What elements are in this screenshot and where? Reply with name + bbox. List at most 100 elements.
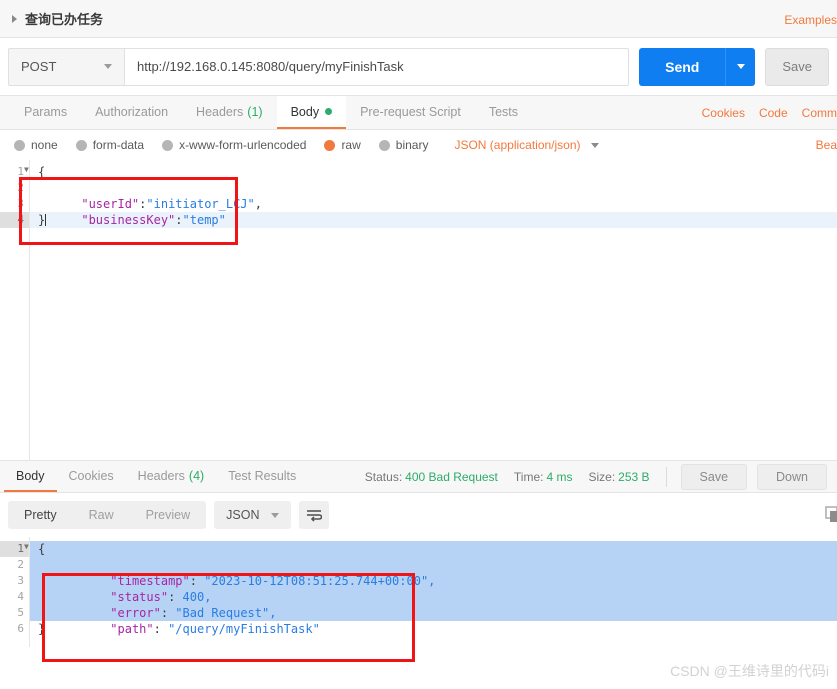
code-line: "userId":"initiator_LCJ", [30,180,837,196]
response-format-select[interactable]: JSON [214,501,291,529]
tab-label: Body [16,469,45,483]
json-key: "timestamp" [110,574,189,588]
status-badge: Status:400 Bad Request [365,470,498,484]
json-key: "businessKey" [81,213,175,227]
send-button-group: Send [639,48,755,86]
tab-label: Tests [489,105,518,119]
view-mode-raw[interactable]: Raw [73,501,130,529]
tab-label: Authorization [95,105,168,119]
page-title: 查询已办任务 [25,9,103,28]
status-label: Status: [365,470,402,484]
line-number: 3 [0,573,29,589]
radio-icon [379,140,390,151]
url-bar: POST Send Save [0,38,837,96]
tab-label: Headers [196,105,243,119]
json-value: 400, [175,590,211,604]
json-punct: } [38,213,45,227]
code-line: "timestamp": "2023-10-12T08:51:25.744+00… [30,557,837,573]
response-tab-body[interactable]: Body [4,461,57,492]
line-number: 6 [0,621,29,637]
body-type-raw[interactable]: raw [324,138,360,152]
request-body-editor[interactable]: 1 2 3 4 ▼ { "userId":"initiator_LCJ", "b… [0,160,837,460]
request-editor-code[interactable]: ▼ { "userId":"initiator_LCJ", "businessK… [30,160,837,460]
radio-icon [76,140,87,151]
send-options-button[interactable] [725,48,755,86]
line-number: 5 [0,605,29,621]
time-badge: Time:4 ms [514,470,573,484]
body-type-label: none [31,138,58,152]
response-format-value: JSON [226,508,259,522]
content-type-value: JSON (application/json) [454,138,580,152]
body-type-binary[interactable]: binary [379,138,429,152]
body-type-label: binary [396,138,429,152]
size-badge: Size:253 B [588,470,649,484]
json-key: "userId" [81,197,139,211]
tab-params[interactable]: Params [10,96,81,129]
response-tab-headers[interactable]: Headers (4) [126,461,217,492]
text-cursor [45,214,46,226]
request-tabs: Params Authorization Headers (1) Body Pr… [0,96,837,130]
word-wrap-icon [306,508,322,522]
save-request-button[interactable]: Save [765,48,829,86]
request-tab-strip: 查询已办任务 Examples [0,0,837,38]
json-value: "initiator_LCJ" [146,197,254,211]
chevron-right-icon[interactable] [12,15,17,23]
code-link[interactable]: Code [759,106,788,120]
response-editor-code[interactable]: ▼ { "timestamp": "2023-10-12T08:51:25.74… [30,537,837,647]
json-key: "error" [110,606,161,620]
line-number: 2 [0,180,29,196]
tab-label: Params [24,105,67,119]
response-tab-test-results[interactable]: Test Results [216,461,308,492]
fold-arrow-icon[interactable]: ▼ [24,165,29,174]
radio-icon [162,140,173,151]
line-number: 2 [0,557,29,573]
json-key: "path" [110,622,153,636]
copy-response-button[interactable] [825,506,837,527]
body-type-none[interactable]: none [14,138,58,152]
view-mode-pretty[interactable]: Pretty [8,501,73,529]
line-number: 4 [0,212,29,228]
body-type-form-data[interactable]: form-data [76,138,144,152]
cookies-link[interactable]: Cookies [702,106,745,120]
content-type-select[interactable]: JSON (application/json) [454,138,598,152]
view-mode-preview[interactable]: Preview [130,501,206,529]
comments-link[interactable]: Comm [802,106,837,120]
tab-body[interactable]: Body [277,96,347,129]
line-number: 4 [0,589,29,605]
body-type-urlencoded[interactable]: x-www-form-urlencoded [162,138,306,152]
tab-label: Test Results [228,469,296,483]
chevron-down-icon [737,64,745,69]
response-view-mode-group: Pretty Raw Preview [8,501,206,529]
chevron-down-icon [591,143,599,148]
fold-arrow-icon[interactable]: ▼ [24,542,29,551]
body-type-label: form-data [93,138,144,152]
response-body-viewer[interactable]: 1 2 3 4 5 6 ▼ { "timestamp": "2023-10-12… [0,537,837,647]
size-value: 253 B [618,470,649,484]
url-input[interactable] [125,48,629,86]
tab-pre-request-script[interactable]: Pre-request Script [346,96,475,129]
response-headers-count: (4) [189,469,204,483]
response-tab-cookies[interactable]: Cookies [57,461,126,492]
json-value: "/query/myFinishTask" [161,622,320,636]
chevron-down-icon [104,64,112,69]
save-response-button[interactable]: Save [681,464,748,490]
json-value: "2023-10-12T08:51:25.744+00:00", [197,574,435,588]
body-type-label: raw [341,138,360,152]
word-wrap-button[interactable] [299,501,329,529]
tab-label: Cookies [69,469,114,483]
tab-authorization[interactable]: Authorization [81,96,182,129]
beautify-link[interactable]: Bea [816,138,837,152]
http-method-value: POST [21,59,56,74]
divider [666,467,667,487]
code-line: { [30,541,837,557]
download-response-button[interactable]: Down [757,464,827,490]
tab-tests[interactable]: Tests [475,96,532,129]
json-value: "temp" [183,213,226,227]
tab-headers[interactable]: Headers (1) [182,96,277,129]
http-method-select[interactable]: POST [8,48,125,86]
json-value: "Bad Request", [168,606,276,620]
send-button[interactable]: Send [639,48,725,86]
status-value: 400 Bad Request [405,470,498,484]
examples-link[interactable]: Examples [784,13,837,27]
time-label: Time: [514,470,544,484]
